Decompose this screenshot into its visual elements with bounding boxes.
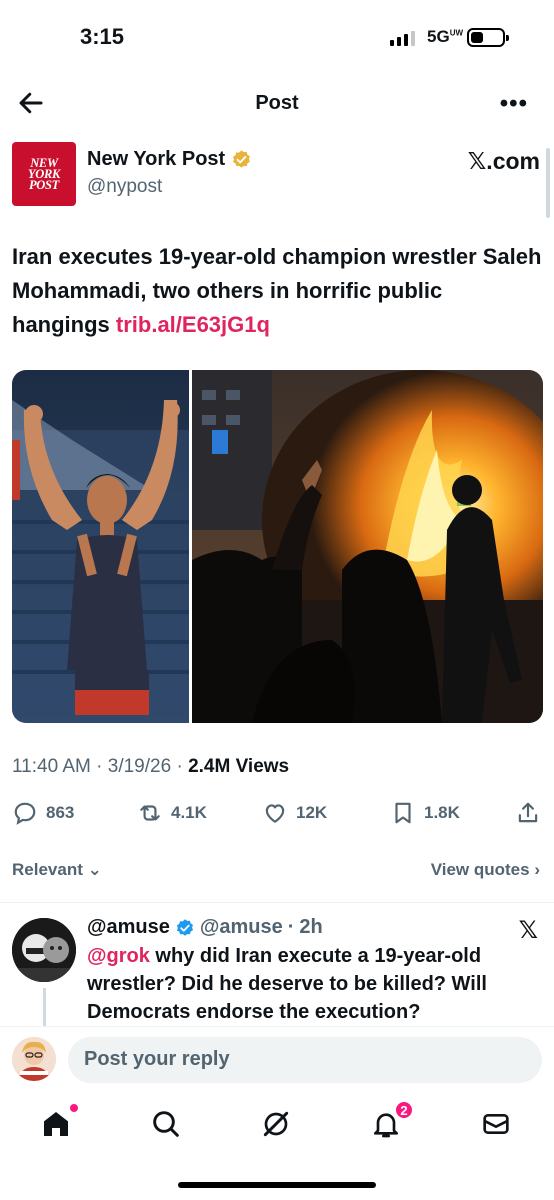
verified-blue-icon bbox=[176, 918, 193, 936]
tab-search[interactable] bbox=[150, 1108, 186, 1144]
reply-author-name[interactable]: @amuse bbox=[87, 916, 170, 939]
tab-notifications[interactable]: 2 bbox=[370, 1100, 414, 1144]
author-name[interactable]: New York Post bbox=[87, 148, 252, 171]
post-meta: 11:40 AM · 3/19/26 · 2.4M Views bbox=[12, 756, 290, 777]
view-quotes-link[interactable]: View quotes › bbox=[431, 860, 540, 880]
view-count: 2.4M bbox=[188, 756, 231, 777]
reply-author-handle[interactable]: @amuse bbox=[200, 916, 283, 939]
user-avatar[interactable] bbox=[12, 1037, 56, 1081]
reply-time: 2h bbox=[299, 916, 323, 938]
wrestler-photo[interactable] bbox=[12, 370, 189, 723]
share-icon bbox=[518, 802, 538, 823]
reply-icon bbox=[14, 802, 36, 825]
reply-text: @grok why did Iran execute a 19-year-old… bbox=[87, 945, 487, 1023]
post-time: 11:40 AM bbox=[12, 756, 91, 777]
reply-header: @amuse @amuse · 2h bbox=[87, 916, 323, 939]
bookmark-button[interactable]: 1.8K bbox=[390, 800, 460, 826]
tab-home[interactable] bbox=[40, 1104, 78, 1144]
repost-button[interactable]: 4.1K bbox=[137, 800, 207, 826]
search-icon bbox=[153, 1111, 179, 1137]
nav-bar: Post ••• bbox=[0, 78, 554, 130]
post-media[interactable] bbox=[12, 370, 543, 723]
chevron-right-icon: › bbox=[534, 860, 540, 879]
reply-item[interactable]: @amuse @amuse · 2h 𝕏 @grok why did Iran … bbox=[12, 912, 542, 1028]
page-title: Post bbox=[255, 92, 299, 114]
notifications-badge: 2 bbox=[394, 1100, 414, 1120]
mail-icon bbox=[483, 1114, 509, 1134]
author-handle[interactable]: @nypost bbox=[87, 176, 162, 198]
reply-avatar[interactable] bbox=[12, 918, 76, 982]
tab-messages[interactable] bbox=[480, 1108, 516, 1144]
post-date: 3/19/26 bbox=[107, 756, 172, 777]
repost-icon bbox=[140, 805, 160, 821]
protest-fire-photo[interactable] bbox=[192, 370, 543, 723]
sort-relevant-dropdown[interactable]: Relevant ⌄ bbox=[12, 860, 102, 880]
tab-grok[interactable] bbox=[260, 1108, 296, 1144]
post-author: NEW YORK POST New York Post @nypost 𝕏.co… bbox=[12, 142, 542, 212]
reply-button[interactable]: 863 bbox=[12, 800, 74, 826]
status-bar: 3:15 5GUW bbox=[0, 0, 554, 72]
replies-sort-bar: Relevant ⌄ View quotes › bbox=[12, 858, 542, 886]
thread-line bbox=[43, 988, 46, 1028]
share-button[interactable] bbox=[515, 800, 541, 826]
x-source-label: 𝕏.com bbox=[467, 148, 540, 174]
post-text: Iran executes 19-year-old champion wrest… bbox=[12, 244, 542, 337]
post-link[interactable]: trib.al/E63jG1q bbox=[116, 312, 270, 337]
reply-composer: Post your reply bbox=[0, 1026, 554, 1098]
network-label: 5GUW bbox=[427, 27, 464, 46]
reply-input[interactable]: Post your reply bbox=[68, 1037, 542, 1083]
bookmark-icon bbox=[395, 802, 411, 824]
divider bbox=[0, 902, 554, 903]
verified-gold-icon bbox=[233, 150, 251, 168]
heart-icon bbox=[265, 804, 285, 823]
bottom-tab-bar: 2 bbox=[0, 1100, 554, 1160]
scroll-indicator bbox=[546, 148, 550, 218]
reply-mention[interactable]: @grok bbox=[87, 945, 150, 967]
battery-icon bbox=[467, 28, 509, 47]
home-indicator bbox=[178, 1182, 376, 1188]
post-actions: 863 4.1K 12K 1.8K bbox=[12, 800, 542, 832]
grok-icon bbox=[263, 1111, 289, 1137]
author-avatar[interactable]: NEW YORK POST bbox=[12, 142, 76, 206]
like-button[interactable]: 12K bbox=[262, 800, 327, 826]
signal-icon bbox=[390, 30, 415, 46]
chevron-down-icon: ⌄ bbox=[87, 860, 102, 879]
x-logo-icon: 𝕏 bbox=[518, 917, 538, 944]
more-options-icon[interactable]: ••• bbox=[500, 90, 528, 118]
home-unread-dot bbox=[70, 1104, 78, 1112]
home-icon bbox=[44, 1112, 68, 1136]
status-time: 3:15 bbox=[80, 24, 125, 49]
